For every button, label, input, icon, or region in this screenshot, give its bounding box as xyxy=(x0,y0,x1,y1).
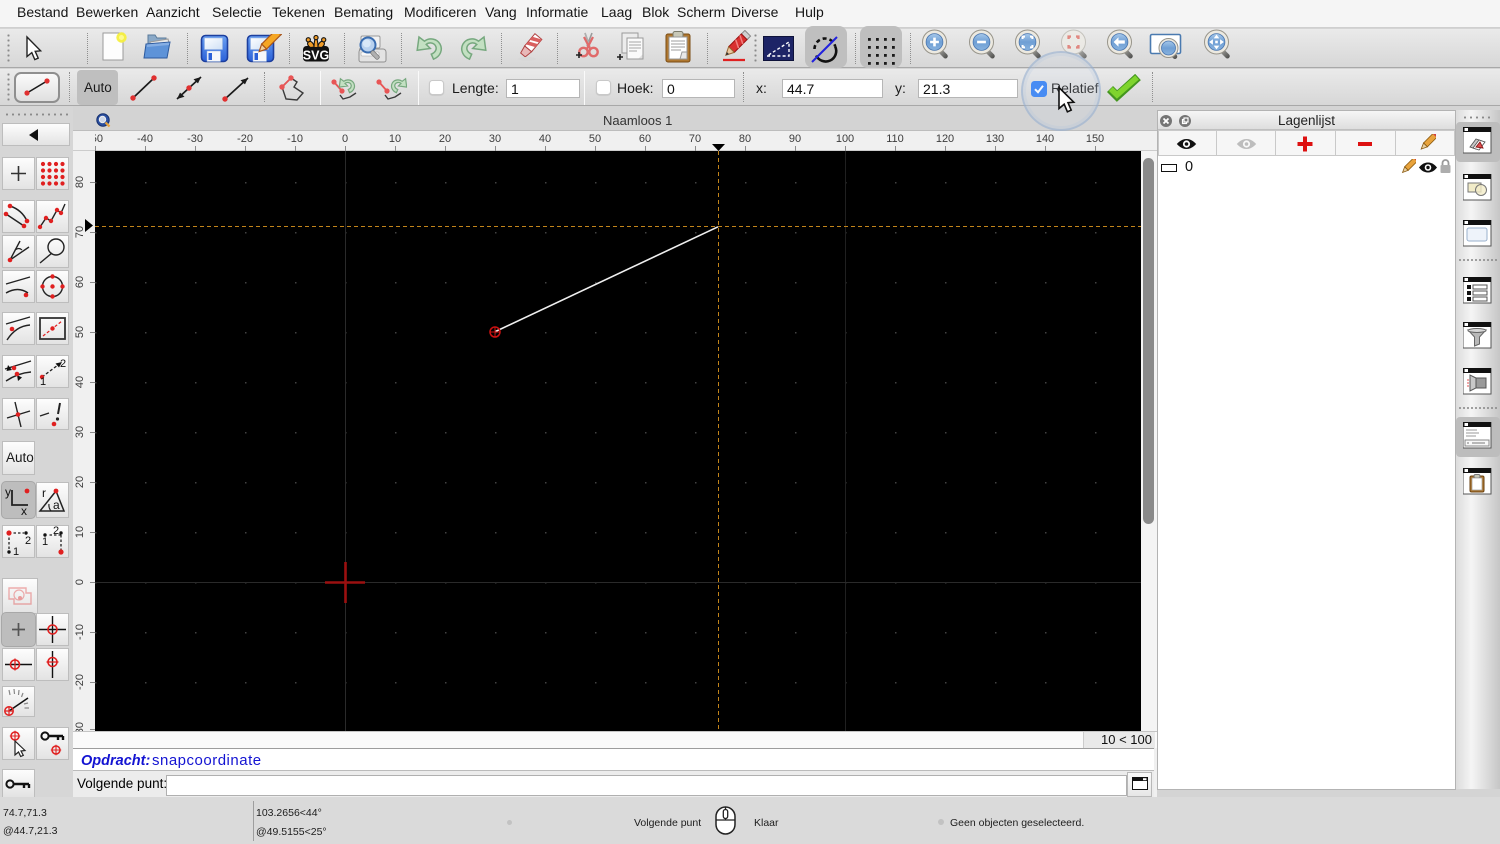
svg-text:y: y xyxy=(5,485,11,499)
svg-text:SVG: SVG xyxy=(303,49,329,63)
svg-text:1: 1 xyxy=(40,376,46,388)
svg-text:1: 1 xyxy=(13,546,19,558)
svg-text:r: r xyxy=(42,486,46,500)
svg-text:2: 2 xyxy=(53,525,59,537)
svg-text:1: 1 xyxy=(42,536,48,548)
svg-text:x: x xyxy=(21,504,27,517)
svg-text:2: 2 xyxy=(25,535,31,547)
svg-text:a: a xyxy=(53,498,60,512)
svg-text:2: 2 xyxy=(60,358,66,370)
